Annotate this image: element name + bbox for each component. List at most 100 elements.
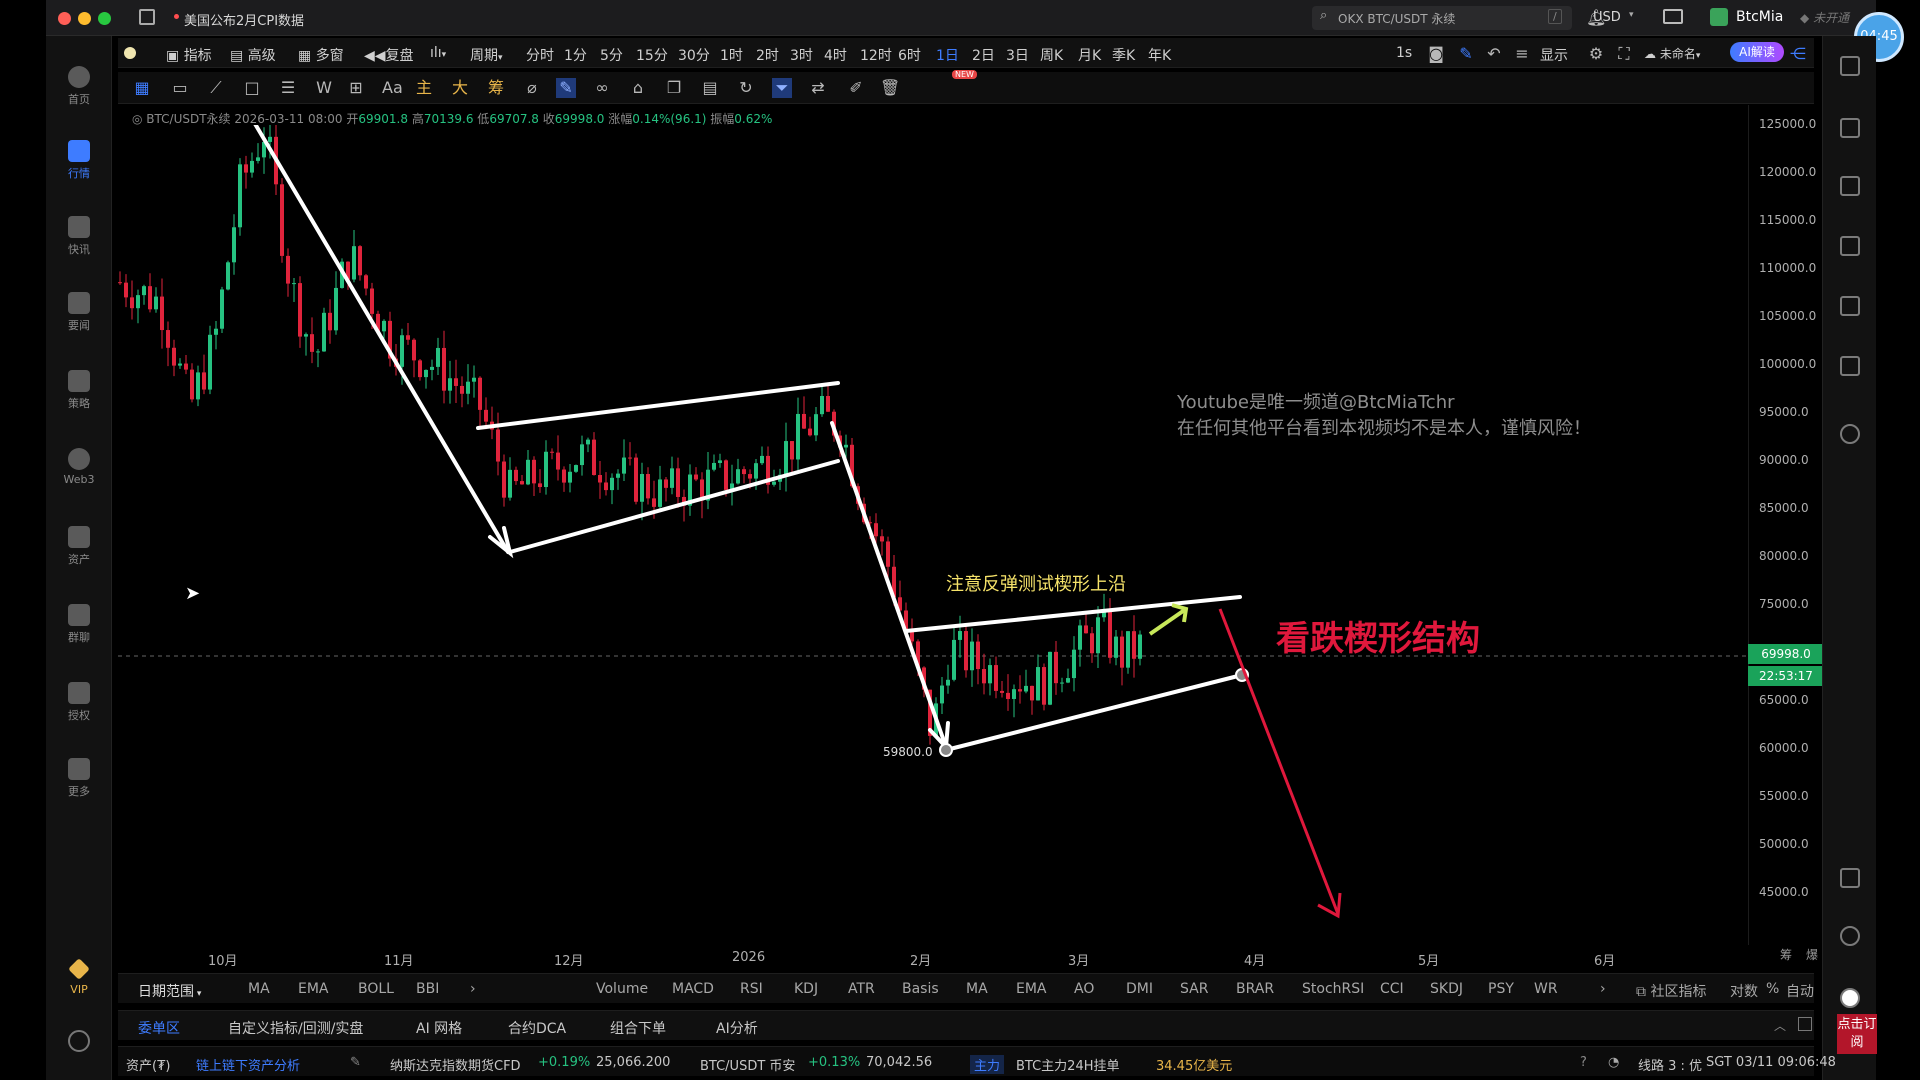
template-icon[interactable]: ▤ (700, 78, 720, 98)
indicator-button[interactable]: ▣ 指标 (166, 45, 212, 65)
settings-gear-icon[interactable]: ⚙ (1586, 44, 1606, 64)
subscribe-button[interactable]: 点击订阅 (1837, 1014, 1877, 1054)
eraser-icon[interactable]: ⌀ (522, 78, 542, 98)
trash-icon[interactable]: 🗑︎ (880, 78, 900, 98)
timeframe-6[interactable]: 2时 (756, 45, 779, 65)
chevron-up-icon[interactable]: ︿ (1774, 1017, 1786, 1034)
timeframe-9[interactable]: 12时 (860, 45, 892, 65)
price-axis[interactable]: 125000.0 120000.0 115000.0 110000.0 105000.0… (1748, 105, 1816, 945)
pen-icon[interactable]: ✎ (1456, 44, 1476, 64)
filter-icon[interactable]: ⏷ (772, 78, 792, 98)
ticker-2-name[interactable]: BTC/USDT 币安 (700, 1055, 795, 1074)
settings-gear-icon[interactable] (68, 1030, 90, 1052)
sub-indicator-4[interactable]: ATR (848, 981, 875, 997)
sidebar-item-flash[interactable]: 快讯 (46, 216, 112, 257)
timeframe-5[interactable]: 1时 (720, 45, 743, 65)
advanced-button[interactable]: ▤ 高级 (230, 45, 276, 65)
crosshair-layout-icon[interactable]: ▦ (132, 78, 152, 98)
panel-layout-icon[interactable] (1840, 868, 1860, 888)
tab-0[interactable]: 委单区 (138, 1018, 180, 1038)
rectangle-icon[interactable]: □ (242, 78, 262, 98)
trend-line-icon[interactable]: ⟋ (206, 78, 226, 98)
big-order-tool[interactable]: 大 (450, 78, 470, 98)
flow-label[interactable]: BTC主力24H挂单 (1016, 1055, 1120, 1074)
sidebar-item-web3[interactable]: Web3 (46, 448, 112, 486)
tab-3[interactable]: 合约DCA (508, 1018, 566, 1038)
text-tool[interactable]: Aa (382, 78, 403, 98)
candlestick-chart[interactable]: 59800.0 126080 注意反弹测试楔形上沿 看跌楔形结构 ➤ (118, 125, 1748, 945)
timeframe-17[interactable]: 年K (1148, 45, 1171, 65)
layout-name-select[interactable]: ☁ 未命名▾ (1644, 45, 1700, 62)
period-select[interactable]: 周期▾ (470, 45, 503, 65)
anchor-point[interactable] (939, 743, 953, 757)
sidebar-item-assets[interactable]: 资产 (46, 526, 112, 567)
timeframe-2[interactable]: 5分 (600, 45, 623, 65)
onchain-analysis-link[interactable]: 链上链下资产分析 (196, 1055, 300, 1074)
community-indicators-button[interactable]: ⧉ 社区指标 (1636, 981, 1706, 1001)
sub-indicator-7[interactable]: EMA (1016, 981, 1047, 997)
timeframe-14[interactable]: 周K (1040, 45, 1063, 65)
auto-scale-toggle[interactable]: 自动 (1786, 981, 1814, 1001)
timeframe-4[interactable]: 30分 (678, 45, 710, 65)
sub-indicator-11[interactable]: BRAR (1236, 981, 1274, 997)
sub-indicator-8[interactable]: AO (1074, 981, 1094, 997)
dollar-icon[interactable] (1840, 176, 1860, 196)
parallel-lines-icon[interactable]: ☰ (278, 78, 298, 98)
fullscreen-icon[interactable]: ⛶ (1614, 44, 1634, 64)
help-icon[interactable]: ? (1580, 1055, 1587, 1070)
pattern-w-tool[interactable]: W (314, 78, 334, 98)
timeframe-10[interactable]: 6时 (898, 45, 921, 65)
sidebar-item-more[interactable]: 更多 (46, 758, 112, 799)
sub-indicator-1[interactable]: MACD (672, 981, 714, 997)
percent-scale-toggle[interactable]: % (1766, 981, 1779, 997)
maximize-window-button[interactable] (98, 12, 111, 25)
undo-icon[interactable]: ↶ (1484, 44, 1504, 64)
timeframe-7[interactable]: 3时 (790, 45, 813, 65)
sub-indicator-13[interactable]: CCI (1380, 981, 1404, 997)
document-icon[interactable] (1840, 118, 1860, 138)
replay-button[interactable]: ◀◀复盘 (364, 45, 414, 65)
sidebar-item-market[interactable]: 行情 (46, 140, 112, 181)
timeframe-1[interactable]: 1分 (564, 45, 587, 65)
decline-line-2[interactable] (830, 421, 948, 749)
sub-indicator-3[interactable]: KDJ (794, 981, 818, 997)
timeframe-16[interactable]: 季K (1112, 45, 1135, 65)
flag-upper-line[interactable] (476, 381, 840, 430)
seconds-button[interactable]: 1s (1396, 45, 1412, 61)
rotate-icon[interactable]: ↻ (736, 78, 756, 98)
username[interactable]: BtcMia (1736, 9, 1783, 25)
ticker-1-name[interactable]: 纳斯达克指数期货CFD (390, 1055, 521, 1074)
chart-line-icon[interactable] (1840, 236, 1860, 256)
chip-tool[interactable]: 筹 (486, 78, 506, 98)
mail-icon[interactable] (1663, 9, 1683, 24)
sidebar-item-news[interactable]: 要闻 (46, 292, 112, 333)
search-box[interactable]: ⌕ OKX BTC/USDT 永续 / (1312, 6, 1572, 30)
sub-indicator-6[interactable]: MA (966, 981, 988, 997)
chevron-right-icon[interactable]: › (470, 981, 476, 997)
assets-label[interactable]: 资产(₮) (126, 1055, 170, 1074)
orderbook-icon[interactable] (1840, 56, 1860, 76)
chip-corner-label[interactable]: 筹 (1780, 946, 1792, 963)
sub-indicator-16[interactable]: WR (1534, 981, 1558, 997)
main-indicator-boll[interactable]: BOLL (358, 981, 394, 997)
sub-indicator-0[interactable]: Volume (596, 981, 648, 997)
chevron-right-icon[interactable]: › (1600, 981, 1606, 997)
vip-button[interactable]: VIP (46, 958, 112, 996)
decline-line-1[interactable] (251, 125, 510, 554)
magnet-icon[interactable]: ✎ (556, 78, 576, 98)
sidebar-item-auth[interactable]: 授权 (46, 682, 112, 723)
log-scale-toggle[interactable]: 对数 (1730, 981, 1758, 1001)
sync-icon[interactable]: ⇄ (808, 78, 828, 98)
timeframe-11[interactable]: 1日 (936, 45, 959, 65)
sub-indicator-2[interactable]: RSI (740, 981, 763, 997)
tab-2[interactable]: AI 网格 (416, 1018, 462, 1038)
share-icon[interactable]: ⋲ (1788, 44, 1808, 64)
avatar[interactable] (1710, 8, 1728, 26)
search-input[interactable]: OKX BTC/USDT 永续 (1338, 10, 1455, 27)
tab-4[interactable]: 组合下单 (610, 1018, 666, 1038)
list-icon[interactable]: ≡ (1512, 44, 1532, 64)
theme-toggle-icon[interactable] (124, 47, 136, 59)
sidebar-item-strategy[interactable]: 策略 (46, 370, 112, 411)
ai-read-button[interactable]: AI解读 (1730, 42, 1784, 62)
analytics-icon[interactable] (1840, 296, 1860, 316)
